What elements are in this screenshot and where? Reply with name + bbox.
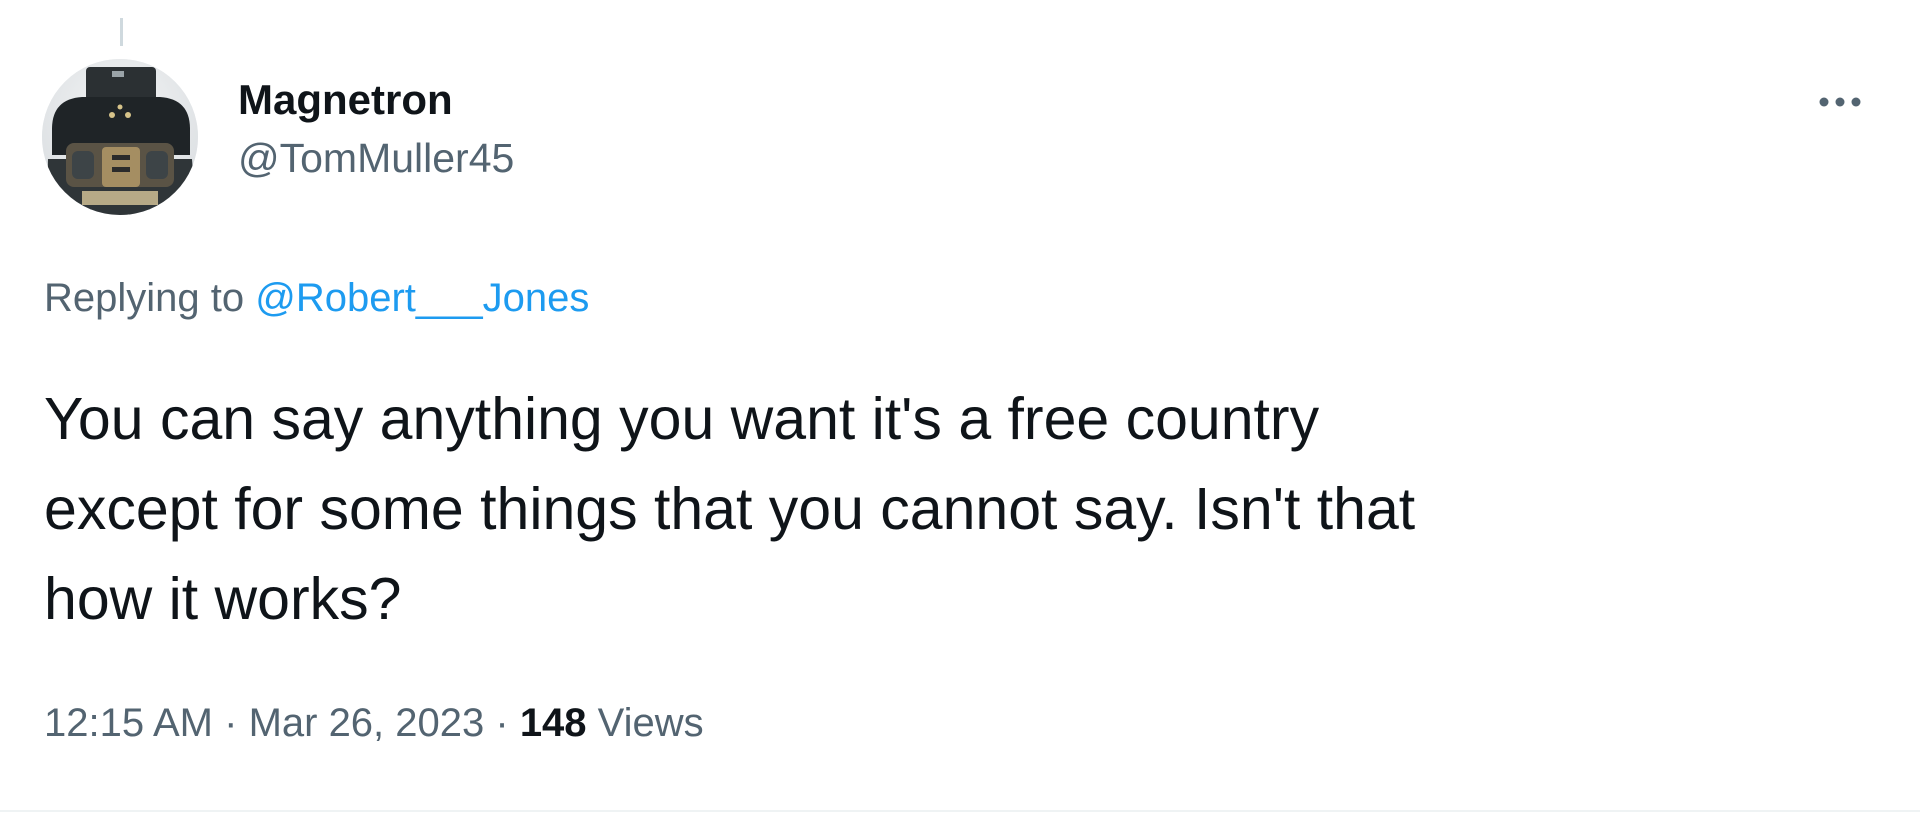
author-info: Magnetron @TomMuller45 [238,74,514,184]
tweet-card: Magnetron @TomMuller45 Replying to @Robe… [0,0,1920,821]
tweet-date-link[interactable]: Mar 26, 2023 [249,701,485,745]
helmet-avatar-icon [42,59,198,215]
tweet-metadata: 12:15 AM · Mar 26, 2023 · 148 Views [44,697,704,749]
meta-separator: · [213,701,249,745]
meta-separator: · [484,701,520,745]
views-label: Views [586,701,704,745]
replying-to-prefix: Replying to [44,276,256,320]
author-display-name[interactable]: Magnetron [238,74,514,126]
tweet-time-link[interactable]: 12:15 AM [44,701,213,745]
replying-to-line: Replying to @Robert___Jones [44,272,589,324]
avatar[interactable] [42,59,198,215]
bottom-divider [0,810,1920,812]
more-options-button[interactable] [1808,82,1872,122]
more-horizontal-icon [1819,97,1861,107]
views-count: 148 [519,701,587,745]
author-handle[interactable]: @TomMuller45 [238,132,514,184]
tweet-text: You can say anything you want it's a fre… [44,386,1416,632]
thread-connector-line [120,18,123,46]
replying-to-handle-link[interactable]: @Robert___Jones [255,276,589,320]
